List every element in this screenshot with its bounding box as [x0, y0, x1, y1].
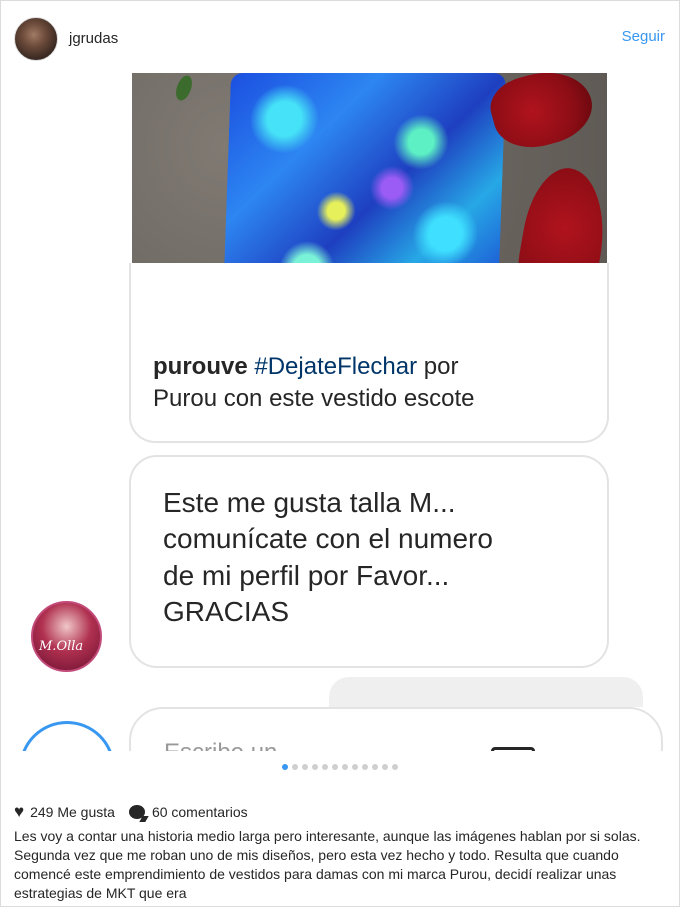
message-input[interactable]: Escribe un... ♡: [129, 707, 663, 751]
shared-post-caption: purouve #DejateFlechar por Purou con est…: [153, 351, 573, 416]
username[interactable]: jgrudas: [69, 30, 118, 47]
carousel-dot[interactable]: [312, 764, 318, 770]
post-header: jgrudas Seguir: [1, 1, 679, 73]
carousel-dot[interactable]: [382, 764, 388, 770]
image-icon[interactable]: [491, 747, 535, 751]
carousel-dot[interactable]: [362, 764, 368, 770]
heart-icon[interactable]: ♡: [579, 745, 609, 751]
carousel-dot[interactable]: [292, 764, 298, 770]
carousel-indicator: [1, 764, 679, 774]
comments-count[interactable]: 60 comentarios: [152, 804, 248, 820]
comment-icon[interactable]: [128, 805, 145, 819]
carousel-dot[interactable]: [352, 764, 358, 770]
instagram-post: jgrudas Seguir purouve #DejateFlechar po…: [0, 0, 680, 907]
message-line: GRACIAS: [163, 596, 290, 628]
carousel-dot[interactable]: [332, 764, 338, 770]
shared-post-card: purouve #DejateFlechar por Purou con est…: [129, 263, 609, 443]
post-stats: ♥ 249 Me gusta 60 comentarios: [14, 801, 248, 823]
caption-line2: Purou con este vestido escote: [153, 385, 475, 413]
follow-button[interactable]: Seguir: [622, 28, 665, 45]
message-line: de mi perfil por Favor...: [163, 559, 450, 591]
message-input-placeholder: Escribe un...: [164, 739, 297, 751]
post-image[interactable]: purouve #DejateFlechar por Purou con est…: [1, 73, 679, 751]
carousel-dot[interactable]: [342, 764, 348, 770]
carousel-dot[interactable]: [282, 764, 288, 770]
likes-count[interactable]: 249 Me gusta: [30, 804, 115, 820]
message-bubble: Este me gusta talla M... comunícate con …: [129, 455, 609, 668]
carousel-dot[interactable]: [322, 764, 328, 770]
avatar-signature-icon: M.Olla: [39, 639, 84, 654]
reply-bubble: [329, 677, 643, 707]
carousel-dot[interactable]: [302, 764, 308, 770]
carousel-dot[interactable]: [392, 764, 398, 770]
message-line: Este me gusta talla M...: [163, 487, 456, 518]
sender-avatar: M.Olla: [31, 601, 102, 672]
heart-icon[interactable]: ♥: [14, 802, 24, 822]
caption-user: purouve: [153, 353, 248, 380]
message-line: comunícate con el numero: [163, 523, 493, 555]
post-description: Les voy a contar una historia medio larg…: [14, 828, 641, 901]
caption-hashtag: #DejateFlechar: [254, 353, 418, 380]
camera-circle-button[interactable]: [19, 721, 115, 751]
message-text: Este me gusta talla M... comunícate con …: [163, 485, 583, 631]
caption-text: por: [417, 353, 459, 380]
carousel-dot[interactable]: [372, 764, 378, 770]
user-avatar[interactable]: [14, 17, 58, 61]
